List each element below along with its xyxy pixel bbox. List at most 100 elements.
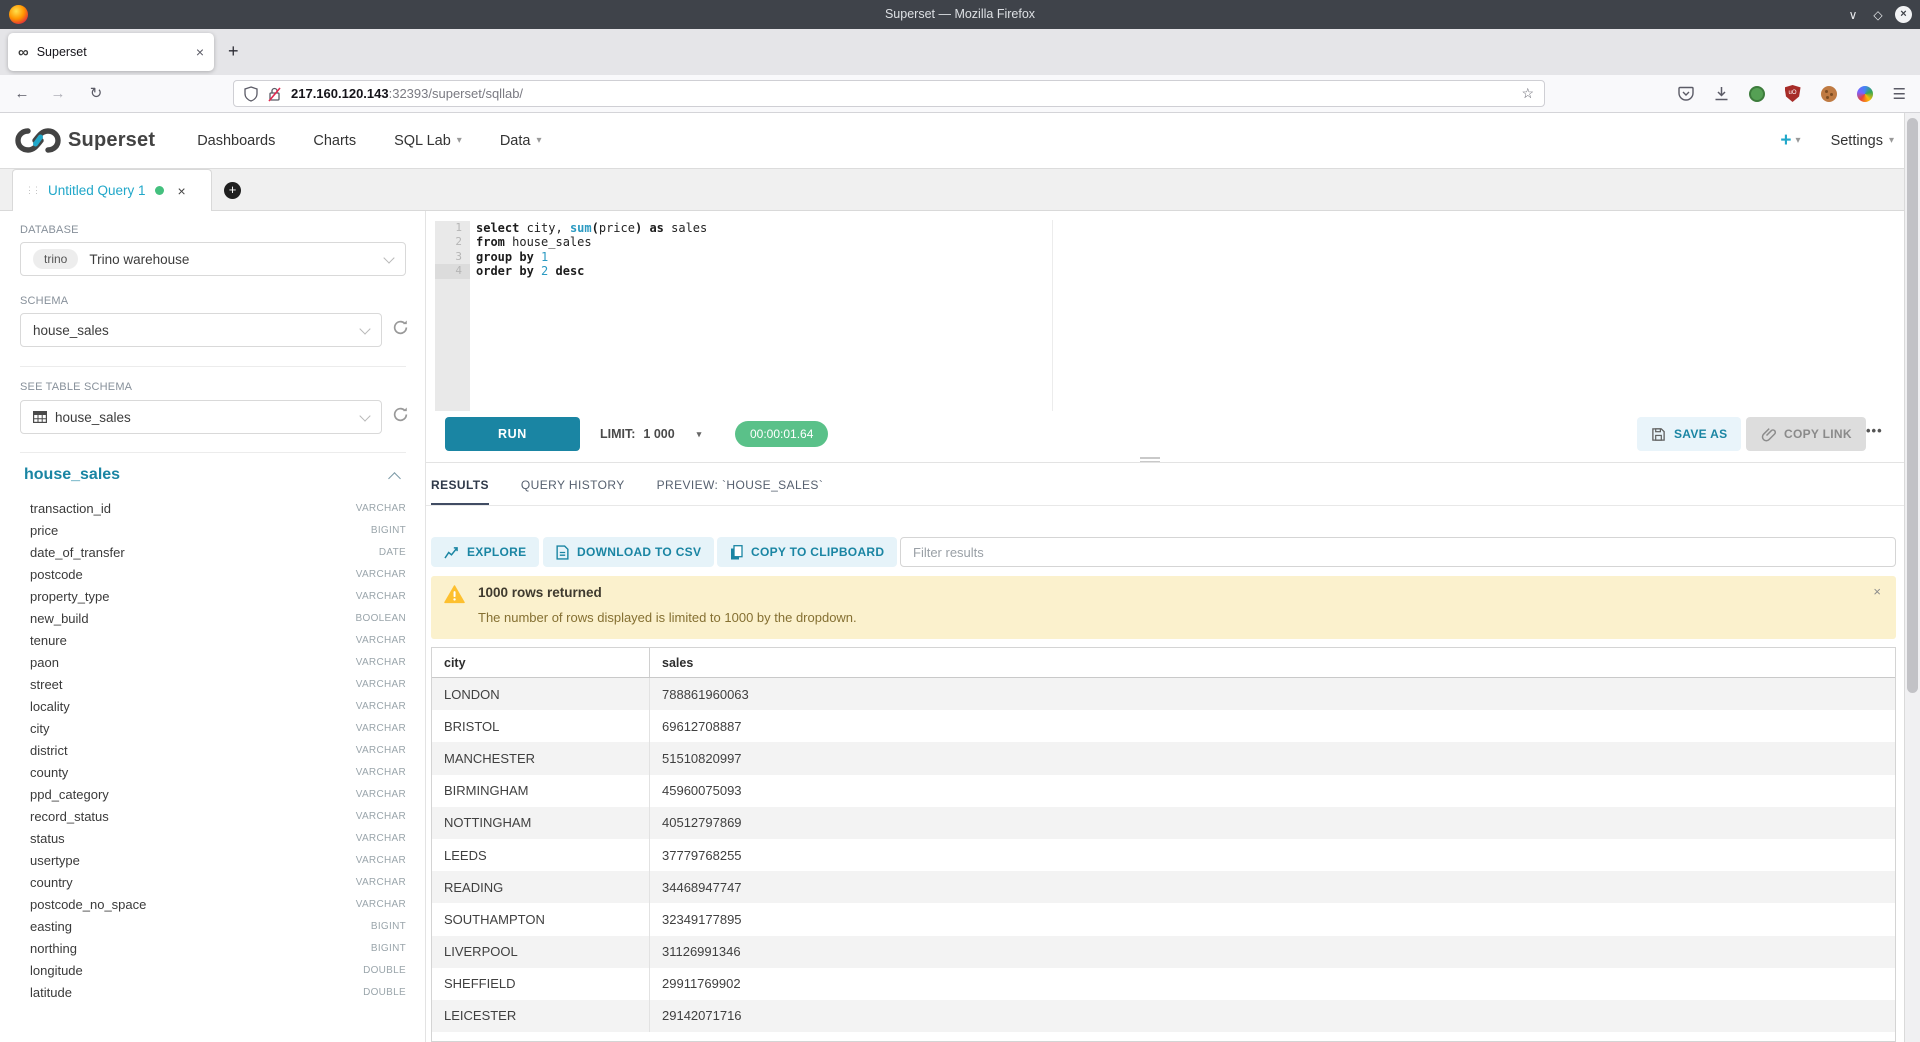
sidebar: DATABASE trino Trino warehouse SCHEMA ho… — [0, 211, 426, 1042]
table-row[interactable]: LIVERPOOL31126991346 — [432, 936, 1895, 968]
database-select[interactable]: trino Trino warehouse — [20, 242, 406, 276]
column-row[interactable]: postcode_no_spaceVARCHAR — [0, 893, 426, 915]
table-row[interactable]: MANCHESTER51510820997 — [432, 742, 1895, 774]
column-name: transaction_id — [30, 501, 111, 516]
nav-item-dashboards[interactable]: Dashboards — [197, 133, 275, 149]
query-tab-close-icon[interactable]: × — [178, 183, 186, 199]
filter-results-input[interactable] — [900, 537, 1896, 567]
superset-logo[interactable]: Superset — [15, 127, 155, 154]
column-row[interactable]: tenureVARCHAR — [0, 629, 426, 651]
sql-editor[interactable]: 1234 select city, sum(price) as salesfro… — [426, 220, 1904, 411]
shield-permissions-icon[interactable] — [244, 86, 258, 102]
column-row[interactable]: latitudeDOUBLE — [0, 981, 426, 1003]
column-row[interactable]: cityVARCHAR — [0, 717, 426, 739]
reload-icon[interactable]: ↻ — [84, 75, 108, 112]
column-row[interactable]: countryVARCHAR — [0, 871, 426, 893]
table-row[interactable]: SHEFFIELD29911769902 — [432, 968, 1895, 1000]
insecure-lock-icon[interactable] — [268, 86, 281, 102]
nav-item-data[interactable]: Data▾ — [500, 133, 542, 149]
new-tab-button[interactable]: + — [228, 41, 239, 62]
window-maximize-button[interactable]: ◇ — [1870, 8, 1886, 22]
column-name: district — [30, 743, 68, 758]
alert-title: 1000 rows returned — [478, 585, 602, 600]
cell-city: BIRMINGHAM — [432, 775, 650, 807]
results-tab-preview-house-sales[interactable]: PREVIEW: `HOUSE_SALES` — [657, 478, 824, 506]
column-row[interactable]: postcodeVARCHAR — [0, 563, 426, 585]
column-header-sales[interactable]: sales — [650, 648, 1895, 677]
refresh-schema-icon[interactable] — [392, 319, 409, 336]
alert-message: The number of rows displayed is limited … — [478, 610, 857, 625]
downloads-icon[interactable] — [1714, 86, 1729, 101]
browser-tab[interactable]: ∞ Superset × — [8, 33, 214, 71]
table-name-heading[interactable]: house_sales — [24, 466, 120, 484]
window-minimize-button[interactable]: ∨ — [1845, 8, 1861, 22]
alert-close-icon[interactable]: × — [1873, 584, 1881, 599]
table-row[interactable]: BRISTOL69612708887 — [432, 710, 1895, 742]
table-row[interactable]: READING34468947747 — [432, 871, 1895, 903]
explore-label: EXPLORE — [467, 545, 526, 559]
containers-extension-icon[interactable] — [1857, 86, 1873, 102]
query-tab[interactable]: ⋮⋮ Untitled Query 1 × — [12, 169, 212, 211]
column-row[interactable]: districtVARCHAR — [0, 739, 426, 761]
column-row[interactable]: longitudeDOUBLE — [0, 959, 426, 981]
limit-dropdown[interactable]: LIMIT: 1 000 ▾ — [600, 417, 701, 451]
drag-grip-icon[interactable]: ⋮⋮ — [25, 185, 39, 196]
url-bar[interactable]: 217.160.120.143:32393/superset/sqllab/ ☆ — [233, 80, 1545, 107]
results-tab-query-history[interactable]: QUERY HISTORY — [521, 478, 625, 506]
column-row[interactable]: priceBIGINT — [0, 519, 426, 541]
column-row[interactable]: northingBIGINT — [0, 937, 426, 959]
column-row[interactable]: date_of_transferDATE — [0, 541, 426, 563]
page-scrollbar[interactable] — [1904, 113, 1920, 1042]
refresh-table-icon[interactable] — [392, 406, 409, 423]
column-row[interactable]: new_buildBOOLEAN — [0, 607, 426, 629]
column-row[interactable]: ppd_categoryVARCHAR — [0, 783, 426, 805]
column-row[interactable]: transaction_idVARCHAR — [0, 497, 426, 519]
column-row[interactable]: usertypeVARCHAR — [0, 849, 426, 871]
download-csv-button[interactable]: DOWNLOAD TO CSV — [543, 537, 714, 567]
schema-select[interactable]: house_sales — [20, 313, 382, 347]
scrollbar-thumb[interactable] — [1907, 118, 1918, 693]
pocket-icon[interactable] — [1678, 86, 1694, 101]
table-row[interactable]: SOUTHAMPTON32349177895 — [432, 903, 1895, 935]
nav-item-sql-lab[interactable]: SQL Lab▾ — [394, 133, 462, 149]
column-row[interactable]: eastingBIGINT — [0, 915, 426, 937]
pane-resize-handle[interactable] — [1140, 457, 1160, 464]
table-row[interactable]: LEICESTER29142071716 — [432, 1000, 1895, 1032]
column-row[interactable]: paonVARCHAR — [0, 651, 426, 673]
column-row[interactable]: property_typeVARCHAR — [0, 585, 426, 607]
cookie-extension-icon[interactable] — [1821, 86, 1837, 102]
column-header-city[interactable]: city — [432, 648, 650, 677]
table-row[interactable]: NOTTINGHAM40512797869 — [432, 807, 1895, 839]
table-row[interactable]: BIRMINGHAM45960075093 — [432, 775, 1895, 807]
bookmark-star-icon[interactable]: ☆ — [1521, 85, 1534, 102]
column-row[interactable]: record_statusVARCHAR — [0, 805, 426, 827]
column-row[interactable]: streetVARCHAR — [0, 673, 426, 695]
table-row[interactable]: LEEDS37779768255 — [432, 839, 1895, 871]
privacy-badger-icon[interactable] — [1749, 86, 1765, 102]
table-select[interactable]: house_sales — [20, 400, 382, 434]
copy-link-button[interactable]: COPY LINK — [1746, 417, 1866, 451]
window-close-button[interactable]: × — [1895, 6, 1912, 23]
column-row[interactable]: statusVARCHAR — [0, 827, 426, 849]
nav-item-charts[interactable]: Charts — [313, 133, 356, 149]
copy-clipboard-button[interactable]: COPY TO CLIPBOARD — [717, 537, 897, 567]
more-actions-button[interactable]: ••• — [1866, 423, 1883, 438]
collapse-chevron-up-icon[interactable] — [388, 472, 401, 485]
column-row[interactable]: countyVARCHAR — [0, 761, 426, 783]
tab-close-icon[interactable]: × — [196, 44, 204, 60]
results-tab-results[interactable]: RESULTS — [431, 478, 489, 506]
add-new-menu[interactable]: + ▾ — [1780, 130, 1800, 152]
save-as-button[interactable]: SAVE AS — [1637, 417, 1741, 451]
forward-icon[interactable]: → — [46, 75, 70, 112]
settings-menu[interactable]: Settings ▾ — [1831, 133, 1894, 149]
ublock-icon[interactable]: uO — [1785, 85, 1801, 102]
table-row[interactable]: LONDON788861960063 — [432, 678, 1895, 710]
run-button[interactable]: RUN — [445, 417, 580, 451]
add-query-tab-button[interactable]: + — [224, 182, 241, 199]
editor-code[interactable]: select city, sum(price) as salesfrom hou… — [476, 221, 707, 279]
explore-button[interactable]: EXPLORE — [431, 537, 539, 567]
column-row[interactable]: localityVARCHAR — [0, 695, 426, 717]
save-as-label: SAVE AS — [1674, 427, 1727, 441]
back-icon[interactable]: ← — [10, 75, 34, 112]
menu-hamburger-icon[interactable]: ☰ — [1893, 85, 1906, 103]
